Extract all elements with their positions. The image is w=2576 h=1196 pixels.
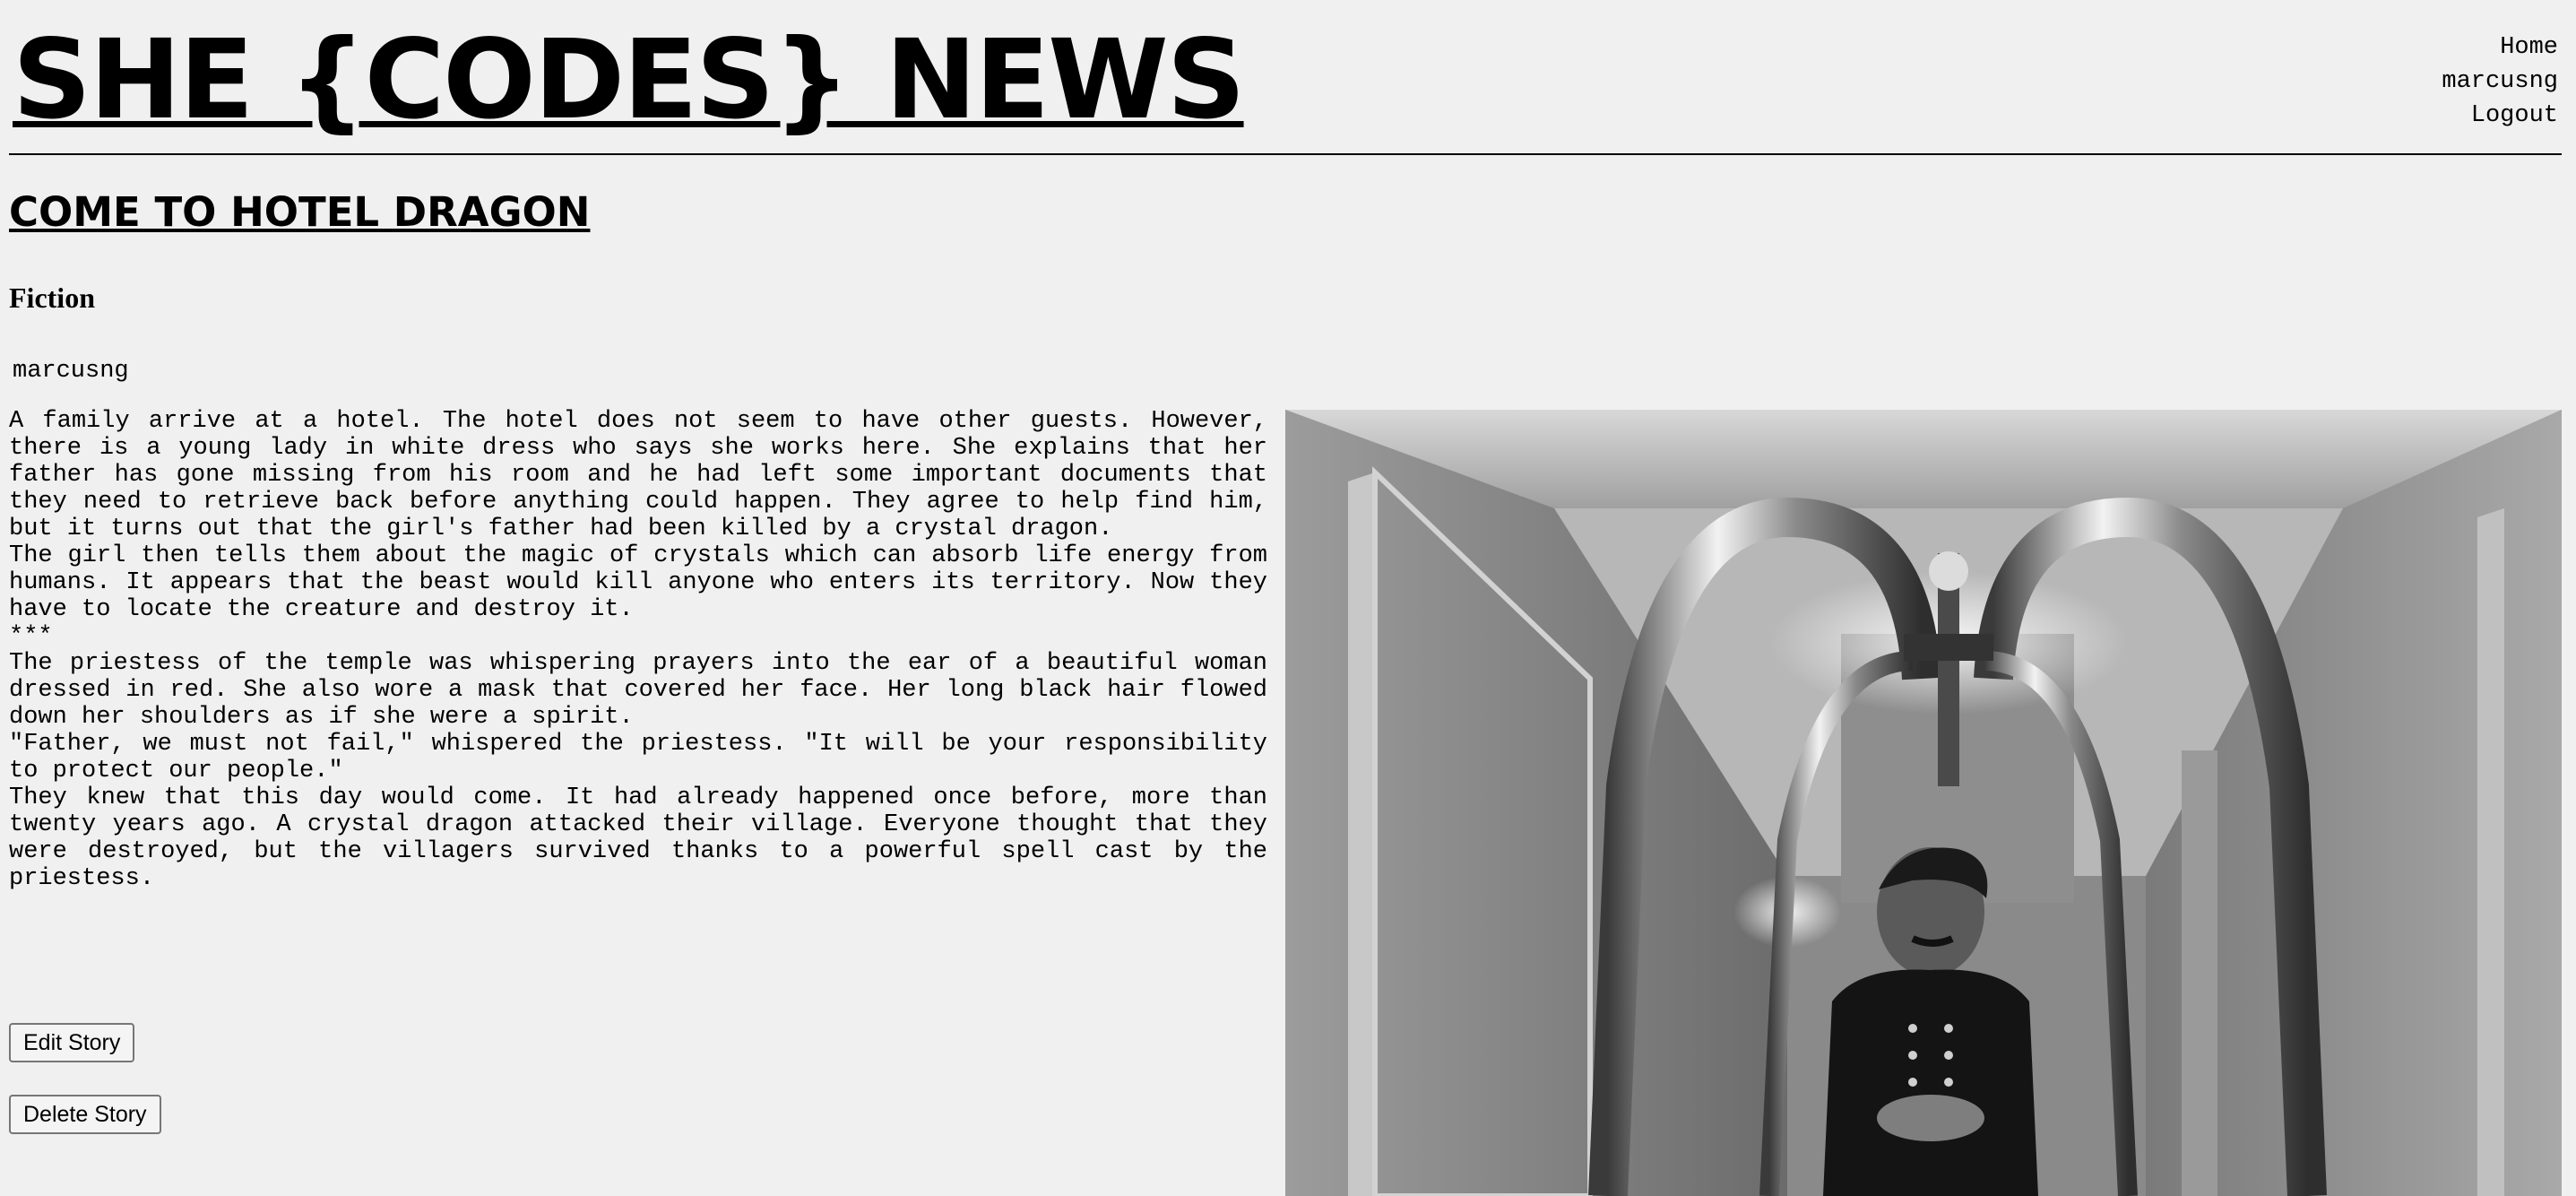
edit-story-button[interactable]: Edit Story (9, 1023, 135, 1062)
nav-home-link[interactable]: Home (2442, 30, 2558, 65)
page: SHE {CODES} NEWS Home marcusng Logout CO… (0, 0, 2576, 1196)
story-paragraph: A family arrive at a hotel. The hotel do… (9, 408, 1267, 542)
story-author: marcusng (13, 358, 129, 385)
delete-story-button[interactable]: Delete Story (9, 1095, 161, 1134)
top-nav: Home marcusng Logout (2442, 30, 2558, 133)
story-image (1285, 410, 2562, 1196)
header-divider (9, 153, 2562, 155)
story-category: Fiction (9, 282, 95, 314)
story-title: COME TO HOTEL DRAGON (9, 188, 591, 236)
story-paragraph: The priestess of the temple was whisperi… (9, 650, 1267, 731)
site-title-link[interactable]: SHE {CODES} NEWS (13, 13, 1246, 147)
story-photo-icon (1285, 410, 2562, 1196)
nav-logout-link[interactable]: Logout (2442, 99, 2558, 133)
story-paragraph: They knew that this day would come. It h… (9, 784, 1267, 892)
story-paragraph: The girl then tells them about the magic… (9, 542, 1267, 623)
story-body: A family arrive at a hotel. The hotel do… (9, 408, 1267, 892)
story-separator: *** (9, 623, 53, 650)
nav-user-link[interactable]: marcusng (2442, 65, 2558, 99)
story-paragraph: "Father, we must not fail," whispered th… (9, 731, 1267, 784)
